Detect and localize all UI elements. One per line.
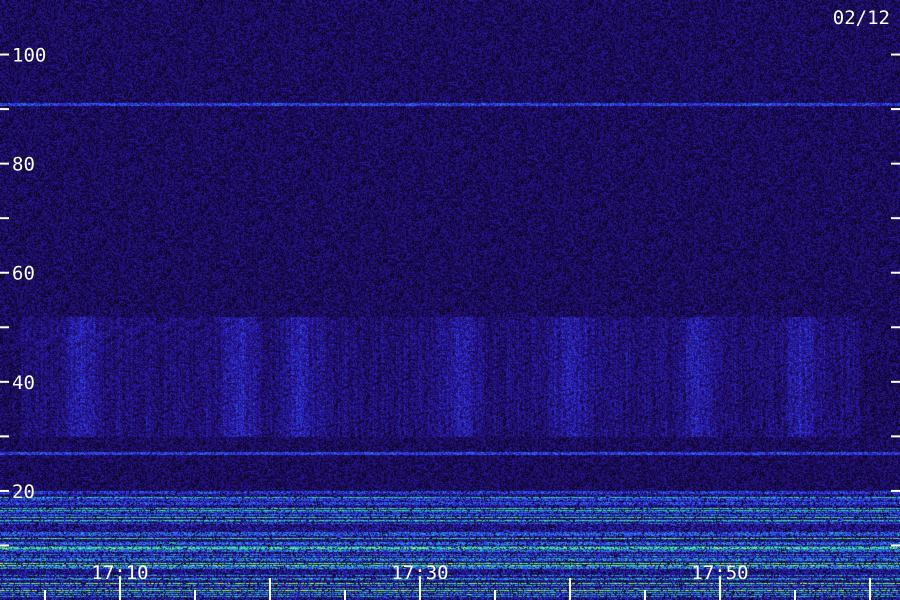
y-tick-label-40: 40 [12, 372, 35, 394]
x-tick-label-17-30: 17:30 [391, 562, 448, 584]
x-tick-label-17-10: 17:10 [91, 562, 148, 584]
y-tick-label-100: 100 [12, 45, 46, 67]
y-axis: 20 40 60 80 100 [0, 45, 900, 547]
y-tick-label-60: 60 [12, 263, 35, 285]
date-label: 02/12 [833, 7, 890, 29]
x-axis: 17:10 17:30 17:50 [44, 562, 871, 600]
x-tick-label-17-50: 17:50 [691, 562, 748, 584]
y-tick-label-20: 20 [12, 481, 35, 503]
axes-overlay: 20 40 60 80 100 17:10 17:30 17:50 02/12 [0, 7, 900, 600]
y-tick-label-80: 80 [12, 154, 35, 176]
spectrogram-chart: 20 40 60 80 100 17:10 17:30 17:50 02/12 [0, 0, 900, 600]
